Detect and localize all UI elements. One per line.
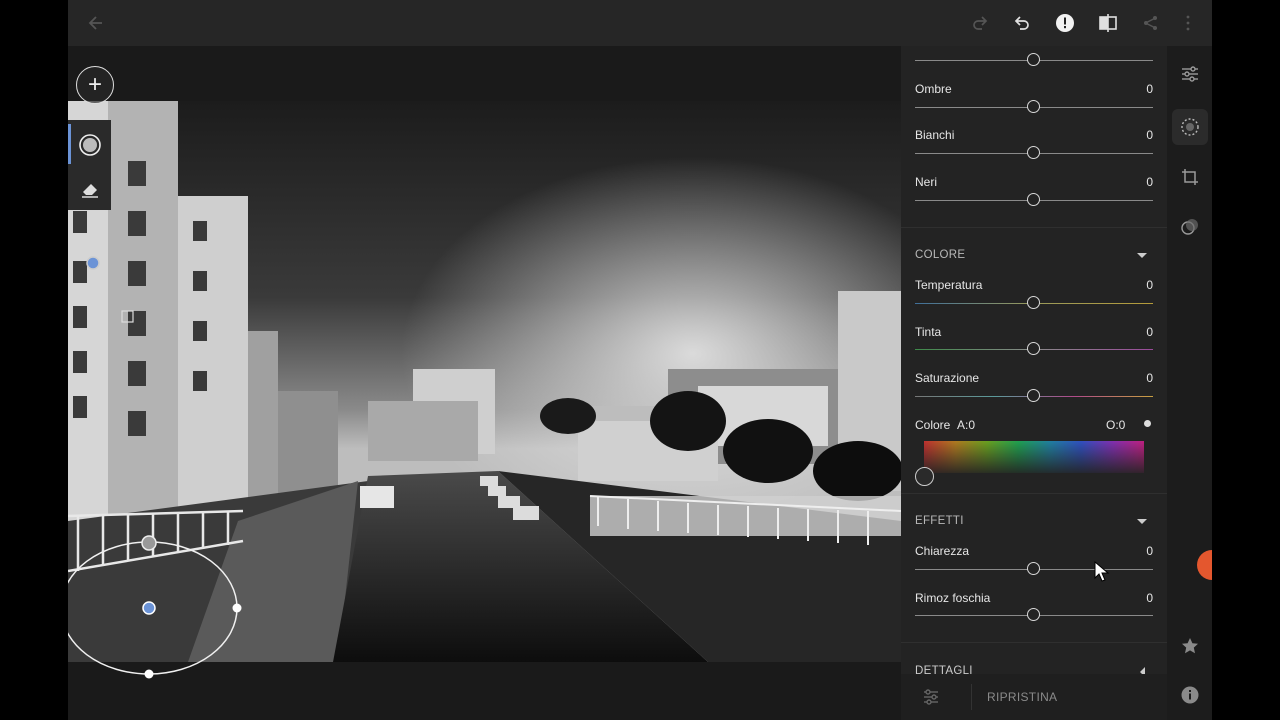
whites-value[interactable]: 0 bbox=[1146, 128, 1153, 142]
color-picker-spectrum[interactable] bbox=[924, 441, 1144, 473]
effects-section-header[interactable]: EFFETTI bbox=[915, 515, 964, 527]
mask-settings-icon[interactable] bbox=[921, 687, 941, 712]
floating-handle[interactable] bbox=[1197, 550, 1212, 580]
temperature-thumb[interactable] bbox=[1027, 296, 1040, 309]
top-toolbar bbox=[68, 0, 1212, 46]
dehaze-label: Rimoz foschia bbox=[915, 591, 991, 605]
saturation-label: Saturazione bbox=[915, 371, 980, 385]
add-icon: + bbox=[87, 71, 102, 98]
active-tool-indicator bbox=[68, 124, 71, 164]
compare-icon[interactable] bbox=[1098, 13, 1118, 33]
shadows-label: Ombre bbox=[915, 82, 952, 96]
tint-thumb[interactable] bbox=[1027, 342, 1040, 355]
whites-label: Bianchi bbox=[915, 128, 955, 142]
crop-icon[interactable] bbox=[1179, 166, 1201, 188]
tint-value[interactable]: 0 bbox=[1146, 325, 1153, 339]
slider-thumb[interactable] bbox=[1027, 53, 1040, 66]
saturation-thumb[interactable] bbox=[1027, 389, 1040, 402]
tint-label: Tinta bbox=[915, 325, 942, 339]
clarity-value[interactable]: 0 bbox=[1146, 544, 1153, 558]
color-dot-icon[interactable] bbox=[1144, 420, 1151, 427]
reset-button[interactable]: RIPRISTINA bbox=[987, 690, 1057, 704]
star-icon[interactable] bbox=[1179, 635, 1201, 657]
blacks-thumb[interactable] bbox=[1027, 193, 1040, 206]
adjustments-panel: Ombre 0 Bianchi 0 Neri 0 COLORE Temperat… bbox=[901, 46, 1167, 720]
chevron-down-icon[interactable] bbox=[1137, 519, 1147, 524]
divider bbox=[901, 227, 1167, 228]
divider bbox=[901, 642, 1167, 643]
divider bbox=[971, 684, 972, 710]
chevron-down-icon[interactable] bbox=[1137, 253, 1147, 258]
temperature-value[interactable]: 0 bbox=[1146, 278, 1153, 292]
presets-icon[interactable] bbox=[1179, 216, 1201, 238]
color-section-header[interactable]: COLORE bbox=[915, 249, 965, 261]
color-mix-o: O:0 bbox=[1106, 418, 1126, 432]
dehaze-thumb[interactable] bbox=[1027, 608, 1040, 621]
shadows-value[interactable]: 0 bbox=[1146, 82, 1153, 96]
divider bbox=[901, 493, 1167, 494]
eraser-icon[interactable] bbox=[75, 174, 105, 204]
brush-circle-icon[interactable] bbox=[75, 130, 105, 160]
alert-icon[interactable] bbox=[1055, 13, 1075, 33]
color-picker-handle[interactable] bbox=[915, 467, 934, 486]
clarity-label: Chiarezza bbox=[915, 544, 970, 558]
app-window: + Ombre 0 Bianchi 0 Neri 0 COLORE Temper… bbox=[68, 0, 1212, 720]
blacks-value[interactable]: 0 bbox=[1146, 175, 1153, 189]
mouse-cursor bbox=[1094, 561, 1110, 582]
back-arrow-icon[interactable] bbox=[86, 13, 106, 33]
shadows-thumb[interactable] bbox=[1027, 100, 1040, 113]
whites-thumb[interactable] bbox=[1027, 146, 1040, 159]
color-mix-a: A:0 bbox=[957, 418, 976, 432]
blacks-label: Neri bbox=[915, 175, 938, 189]
selective-icon[interactable] bbox=[1179, 116, 1201, 138]
adjustments-icon[interactable] bbox=[1179, 63, 1201, 85]
undo-icon[interactable] bbox=[1012, 13, 1032, 33]
dehaze-value[interactable]: 0 bbox=[1146, 591, 1153, 605]
right-rail bbox=[1167, 46, 1212, 720]
radial-mask-overlay[interactable] bbox=[68, 46, 901, 720]
more-icon[interactable] bbox=[1178, 13, 1198, 33]
add-mask-button[interactable]: + bbox=[76, 66, 114, 104]
saturation-value[interactable]: 0 bbox=[1146, 371, 1153, 385]
redo-icon[interactable] bbox=[970, 13, 990, 33]
image-canvas[interactable]: + bbox=[68, 46, 901, 720]
temperature-label: Temperatura bbox=[915, 278, 983, 292]
color-mix-label: Colore bbox=[915, 418, 951, 432]
share-icon[interactable] bbox=[1141, 13, 1161, 33]
panel-bottom-bar: RIPRISTINA bbox=[901, 674, 1167, 720]
clarity-thumb[interactable] bbox=[1027, 562, 1040, 575]
info-icon[interactable] bbox=[1179, 684, 1201, 706]
